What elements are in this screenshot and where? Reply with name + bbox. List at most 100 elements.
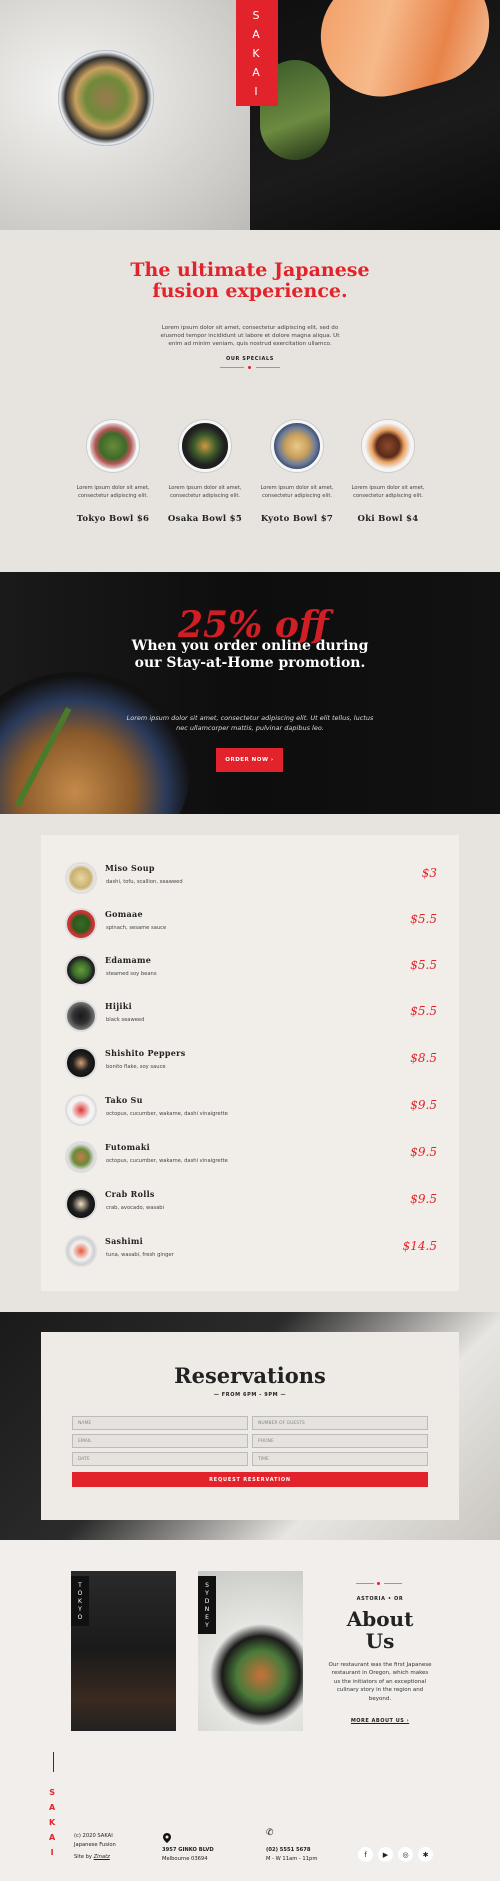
menu-item-desc: bonito flake, soy sauce [106, 1064, 166, 1070]
special-bowl-image [179, 420, 231, 472]
request-reservation-button[interactable]: REQUEST RESERVATION [72, 1472, 428, 1487]
name-field[interactable]: NAME [72, 1416, 248, 1430]
special-desc: Lorem ipsum dolor sit amet, consectetur … [168, 485, 242, 499]
special-item[interactable]: Lorem ipsum dolor sit amet, consectetur … [68, 420, 158, 524]
menu-item-image [65, 1235, 97, 1267]
tag-letter: T [78, 1581, 82, 1589]
opening-hours: M - W 11am - 11pm [266, 1855, 318, 1862]
time-field[interactable]: TIME [252, 1452, 428, 1466]
promo-text: Lorem ipsum dolor sit amet, consectetur … [126, 714, 374, 732]
phone-number[interactable]: (02) 5551 5678 [266, 1846, 317, 1855]
shrimp-image [307, 0, 500, 110]
reservation-hours: — FROM 6PM - 9PM — [213, 1392, 287, 1398]
promo-section: 25% off When you order online during our… [0, 572, 500, 814]
yelp-icon[interactable]: ✱ [418, 1847, 433, 1862]
menu-item-name: Hijiki [105, 1001, 132, 1011]
hero-sushi-image [250, 0, 500, 230]
menu-item-price: $9.5 [410, 1145, 437, 1159]
menu-item[interactable]: Miso Soup dashi, tofu, scallion, seaweed… [65, 860, 437, 898]
copyright-line: Japanese Fusion [74, 1841, 116, 1848]
copyright-line: (c) 2020 SAKAI [74, 1833, 113, 1839]
special-item[interactable]: Lorem ipsum dolor sit amet, consectetur … [160, 420, 250, 524]
site-credit: Site by Zinatz [74, 1853, 116, 1862]
map-pin-icon [163, 1828, 171, 1843]
intro-title: The ultimate Japanese fusion experience. [130, 259, 370, 302]
menu-item[interactable]: Futomaki octopus, cucumber, wakame, dash… [65, 1139, 437, 1177]
noodle-bowl-image [0, 672, 190, 814]
tag-letter: Y [205, 1589, 209, 1597]
guests-field[interactable]: NUMBER OF GUESTS [252, 1416, 428, 1430]
logo-letter: I [50, 1848, 54, 1857]
menu-item-name: Futomaki [105, 1142, 151, 1152]
menu-card: Miso Soup dashi, tofu, scallion, seaweed… [41, 835, 459, 1291]
divider-dot [377, 1582, 380, 1585]
special-item[interactable]: Lorem ipsum dolor sit amet, consectetur … [343, 420, 433, 524]
address-line: Melbourne 03694 [162, 1855, 208, 1862]
email-field[interactable]: EMAIL [72, 1434, 248, 1448]
special-name: Kyoto Bowl $7 [260, 514, 334, 524]
special-bowl-image [87, 420, 139, 472]
special-bowl-image [362, 420, 414, 472]
menu-item-image [65, 1141, 97, 1173]
promo-title: When you order online during our Stay-at… [131, 638, 369, 671]
menu-item-price: $5.5 [410, 1004, 437, 1018]
menu-item-image [65, 908, 97, 940]
about-section: T O K Y O S Y D N E Y ASTORIA • OR About… [0, 1540, 500, 1881]
tag-letter: O [77, 1589, 83, 1597]
menu-item-price: $14.5 [402, 1239, 437, 1253]
divider-line [256, 367, 280, 368]
menu-item-name: Sashimi [105, 1236, 143, 1246]
menu-item[interactable]: Edamame steamed soy beans $5.5 [65, 952, 437, 990]
menu-item-image [65, 1188, 97, 1220]
footer-contact: (02) 5551 5678 M - W 11am - 11pm [266, 1846, 317, 1863]
hero-marble-image [0, 0, 250, 230]
logo-letter: A [49, 1803, 56, 1812]
special-name: Tokyo Bowl $6 [76, 514, 150, 524]
special-name: Oki Bowl $4 [357, 514, 419, 524]
menu-item-desc: black seaweed [106, 1017, 145, 1023]
phone-field[interactable]: PHONE [252, 1434, 428, 1448]
menu-item[interactable]: Gomaae spinach, sesame sauce $5.5 [65, 906, 437, 944]
youtube-icon[interactable]: ▶ [378, 1847, 393, 1862]
hero-section: S A K A I [0, 0, 500, 230]
about-locations: ASTORIA • OR [356, 1596, 404, 1602]
menu-item-name: Tako Su [105, 1095, 143, 1105]
menu-item-price: $3 [421, 866, 437, 880]
logo-letter: A [252, 27, 262, 41]
date-field[interactable]: DATE [72, 1452, 248, 1466]
site-by-link[interactable]: Zinatz [94, 1854, 110, 1860]
more-about-us-link[interactable]: MORE ABOUT US › [340, 1718, 420, 1724]
sydney-tag: S Y D N E Y [198, 1576, 216, 1634]
menu-item[interactable]: Sashimi tuna, wasabi, fresh ginger $14.5 [65, 1233, 437, 1271]
divider-line [220, 367, 244, 368]
menu-item-desc: octopus, cucumber, wakame, dashi vinaigr… [106, 1158, 228, 1164]
about-title: About Us [346, 1607, 414, 1653]
logo-letter: S [49, 1788, 55, 1797]
menu-item[interactable]: Tako Su octopus, cucumber, wakame, dashi… [65, 1092, 437, 1130]
specials-heading: OUR SPECIALS [226, 356, 274, 362]
logo-letter: A [252, 65, 262, 79]
menu-item-name: Miso Soup [105, 863, 155, 873]
footer-logo[interactable]: S A K A I [49, 1788, 55, 1857]
special-item[interactable]: Lorem ipsum dolor sit amet, consectetur … [252, 420, 342, 524]
logo[interactable]: S A K A I [236, 0, 278, 106]
whatsapp-icon[interactable]: ◎ [398, 1847, 413, 1862]
menu-item-image [65, 1000, 97, 1032]
special-desc: Lorem ipsum dolor sit amet, consectetur … [260, 485, 334, 499]
menu-item-price: $8.5 [410, 1051, 437, 1065]
menu-item-desc: steamed soy beans [106, 971, 157, 977]
menu-item[interactable]: Hijiki black seaweed $5.5 [65, 998, 437, 1036]
logo-letter: I [254, 84, 260, 98]
order-now-button[interactable]: ORDER NOW › [216, 748, 283, 772]
menu-item[interactable]: Crab Rolls crab, avocado, wasabi $9.5 [65, 1186, 437, 1224]
intro-lead: Lorem ipsum dolor sit amet, consectetur … [160, 325, 340, 347]
tag-letter: K [78, 1597, 82, 1605]
logo-letter: K [49, 1818, 56, 1827]
divider-line [384, 1583, 402, 1584]
menu-item-price: $5.5 [410, 958, 437, 972]
menu-item-desc: dashi, tofu, scallion, seaweed [106, 879, 183, 885]
menu-item[interactable]: Shishito Peppers bonito flake, soy sauce… [65, 1045, 437, 1083]
special-name: Osaka Bowl $5 [167, 514, 243, 524]
facebook-icon[interactable]: f [358, 1847, 373, 1862]
address-line: 3957 GINKO BLVD [162, 1847, 214, 1853]
